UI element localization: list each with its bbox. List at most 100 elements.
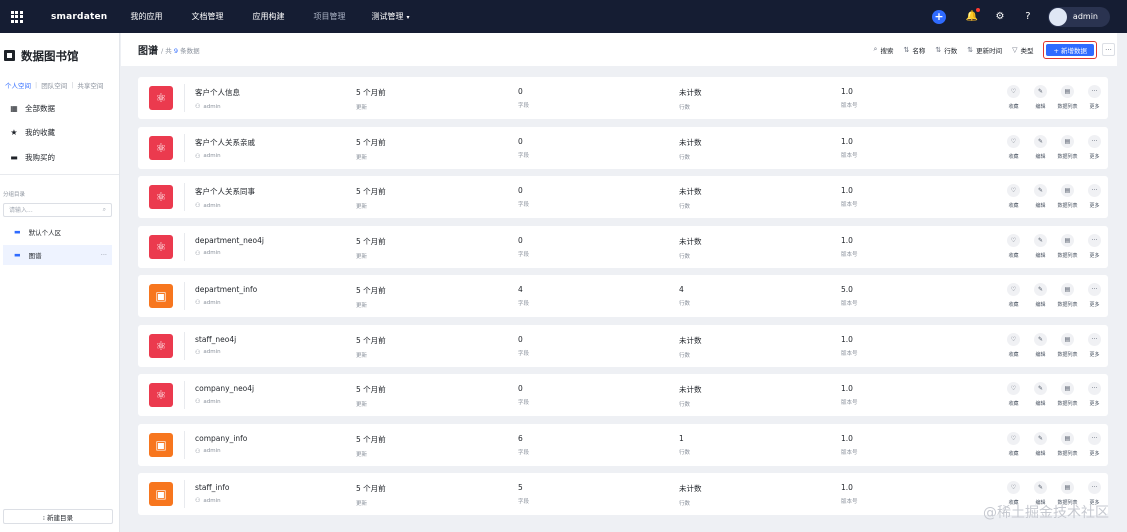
- nav-test-management[interactable]: 测试管理 ▾: [360, 11, 421, 22]
- tab-personal-space[interactable]: 个人空间: [5, 80, 35, 90]
- favorite-button[interactable]: ♡ 收藏: [1000, 431, 1027, 457]
- user-icon: ⚇: [195, 249, 201, 257]
- gear-icon[interactable]: ⚙: [986, 11, 1014, 22]
- row-actions: ♡ 收藏 ✎ 编辑 ▤ 数据列表 ··· 更多: [1000, 382, 1108, 407]
- dataset-name[interactable]: staff_neo4j: [195, 335, 236, 344]
- help-icon[interactable]: ?: [1014, 11, 1042, 22]
- more-button[interactable]: ··· 更多: [1081, 233, 1108, 259]
- list-item[interactable]: ▣ department_info ⚇ admin 5 个月前 更新 4 字段 4…: [138, 275, 1108, 317]
- list-item[interactable]: ▣ staff_info ⚇ admin 5 个月前 更新 5 字段 未计数 行数…: [138, 473, 1108, 515]
- edit-button[interactable]: ✎ 编辑: [1027, 134, 1054, 160]
- dataset-name-cell: 客户个人信息 ⚇ admin: [195, 87, 240, 110]
- favorite-button[interactable]: ♡ 收藏: [1000, 184, 1027, 209]
- edit-button[interactable]: ✎ 编辑: [1027, 184, 1054, 209]
- more-button[interactable]: ··· 更多: [1081, 283, 1108, 308]
- nav-document-management[interactable]: 文档管理: [177, 11, 238, 22]
- sidebar-item-purchased[interactable]: ▬ 我购买的: [0, 145, 119, 170]
- more-button[interactable]: ··· 更多: [1081, 382, 1108, 407]
- edit-button[interactable]: ✎ 编辑: [1027, 233, 1054, 259]
- data-list-button[interactable]: ▤ 数据列表: [1054, 233, 1081, 259]
- list-icon: ▤: [1061, 283, 1074, 296]
- favorite-button[interactable]: ♡ 收藏: [1000, 233, 1027, 259]
- fields-value: 0: [518, 334, 523, 344]
- list-item[interactable]: ⚛ staff_neo4j ⚇ admin 5 个月前 更新 0 字段 未计数 行…: [138, 324, 1108, 367]
- dataset-name[interactable]: staff_info: [195, 483, 229, 492]
- more-button[interactable]: ··· 更多: [1081, 85, 1108, 110]
- nav-project-management[interactable]: 项目管理: [299, 11, 360, 22]
- fields-value: 0: [518, 235, 523, 245]
- bell-icon[interactable]: 🔔: [958, 8, 986, 22]
- fields-label: 字段: [518, 152, 530, 159]
- list-item[interactable]: ⚛ department_neo4j ⚇ admin 5 个月前 更新 0 字段 …: [138, 225, 1108, 268]
- dataset-name[interactable]: department_info: [195, 285, 257, 294]
- fields-label: 字段: [518, 350, 530, 357]
- data-list-button[interactable]: ▤ 数据列表: [1054, 431, 1081, 457]
- edit-button[interactable]: ✎ 编辑: [1027, 431, 1054, 457]
- nav-app-build[interactable]: 应用构建: [238, 11, 299, 22]
- list-item[interactable]: ⚛ 客户个人关系亲戚 ⚇ admin 5 个月前 更新 0 字段 未计数 行数 1…: [138, 126, 1108, 169]
- new-directory-button[interactable]: ⁝ 新建目录: [3, 509, 113, 524]
- more-button[interactable]: ··· 更多: [1081, 134, 1108, 160]
- app-grid-icon[interactable]: [0, 0, 33, 33]
- folder-default-personal[interactable]: ▬ 默认个人区: [0, 222, 119, 242]
- create-plus-icon[interactable]: +: [931, 9, 946, 24]
- avatar: [1048, 7, 1067, 26]
- brand-logo[interactable]: smardaten: [51, 12, 116, 22]
- fields-label: 字段: [518, 103, 530, 109]
- fields-value: 0: [518, 384, 523, 393]
- more-button[interactable]: ··· 更多: [1081, 431, 1108, 457]
- search-tool[interactable]: ⌕ 搜索: [874, 45, 894, 55]
- dataset-name[interactable]: 客户个人关系亲戚: [195, 137, 255, 148]
- list-item[interactable]: ⚛ 客户个人信息 ⚇ admin 5 个月前 更新 0 字段 未计数 行数 1.0…: [138, 77, 1108, 119]
- tab-shared-space[interactable]: 共享空间: [77, 80, 107, 90]
- sidebar-divider: [0, 173, 119, 175]
- list-item[interactable]: ▣ company_info ⚇ admin 5 个月前 更新 6 字段 1 行数…: [138, 423, 1108, 466]
- sort-by-name[interactable]: ⇅ 名称: [903, 45, 925, 55]
- list-item[interactable]: ⚛ company_neo4j ⚇ admin 5 个月前 更新 0 字段 未计数…: [138, 374, 1108, 416]
- list-item[interactable]: ⚛ 客户个人关系同事 ⚇ admin 5 个月前 更新 0 字段 未计数 行数 1…: [138, 176, 1108, 218]
- dataset-name[interactable]: department_neo4j: [195, 236, 264, 245]
- directory-search-input[interactable]: 请输入... ⌕: [3, 202, 112, 217]
- data-list-button[interactable]: ▤ 数据列表: [1054, 184, 1081, 209]
- more-options-icon[interactable]: ···: [1102, 43, 1115, 56]
- edit-button[interactable]: ✎ 编辑: [1027, 283, 1054, 308]
- nav-my-apps[interactable]: 我的应用: [116, 11, 177, 22]
- data-list-button[interactable]: ▤ 数据列表: [1054, 85, 1081, 110]
- favorite-button[interactable]: ♡ 收藏: [1000, 382, 1027, 407]
- dataset-name[interactable]: 客户个人关系同事: [195, 186, 255, 197]
- sidebar-item-all-data[interactable]: ▦ 全部数据: [0, 96, 119, 121]
- action-label: 数据列表: [1057, 450, 1078, 457]
- folder-more-icon[interactable]: ···: [101, 251, 107, 259]
- main-content: 图谱 / 共 9 条数据 ⌕ 搜索 ⇅ 名称 ⇅ 行数 ⇅ 更新时间 ▽ 类型 + 新增数…: [121, 33, 1127, 532]
- favorite-button[interactable]: ♡ 收藏: [1000, 85, 1027, 110]
- heart-icon: ♡: [1007, 382, 1020, 395]
- data-list-button[interactable]: ▤ 数据列表: [1054, 283, 1081, 308]
- dataset-name[interactable]: 客户个人信息: [195, 87, 240, 98]
- ellipsis-icon: ···: [1088, 481, 1101, 494]
- data-list-button[interactable]: ▤ 数据列表: [1054, 134, 1081, 160]
- tab-team-space[interactable]: 团队空间: [41, 80, 71, 90]
- dataset-name[interactable]: company_info: [195, 434, 247, 443]
- edit-button[interactable]: ✎ 编辑: [1027, 85, 1054, 110]
- edit-button[interactable]: ✎ 编辑: [1027, 332, 1054, 358]
- favorite-button[interactable]: ♡ 收藏: [1000, 283, 1027, 308]
- more-button[interactable]: ··· 更多: [1081, 332, 1108, 358]
- data-list-button[interactable]: ▤ 数据列表: [1054, 382, 1081, 407]
- search-icon[interactable]: ⌕: [103, 206, 106, 214]
- sidebar-item-favorites[interactable]: ★ 我的收藏: [0, 121, 119, 146]
- user-menu[interactable]: admin: [1047, 6, 1110, 27]
- filter-by-type[interactable]: ▽ 类型: [1012, 45, 1033, 55]
- user-icon: ⚇: [195, 447, 201, 455]
- favorite-button[interactable]: ♡ 收藏: [1000, 332, 1027, 358]
- dataset-name[interactable]: company_neo4j: [195, 384, 254, 393]
- data-list-button[interactable]: ▤ 数据列表: [1054, 332, 1081, 358]
- top-navigation-bar: smardaten 我的应用 文档管理 应用构建 项目管理 测试管理 ▾ + 🔔 …: [0, 0, 1127, 33]
- add-data-button[interactable]: + 新增数据: [1046, 43, 1094, 56]
- updated-cell: 5 个月前 更新: [356, 384, 386, 408]
- folder-graph[interactable]: ▬ 图谱 ···: [3, 244, 112, 265]
- edit-button[interactable]: ✎ 编辑: [1027, 382, 1054, 407]
- sort-by-update-time[interactable]: ⇅ 更新时间: [967, 45, 1002, 55]
- more-button[interactable]: ··· 更多: [1081, 184, 1108, 209]
- favorite-button[interactable]: ♡ 收藏: [1000, 134, 1027, 160]
- sort-by-rows[interactable]: ⇅ 行数: [935, 45, 957, 55]
